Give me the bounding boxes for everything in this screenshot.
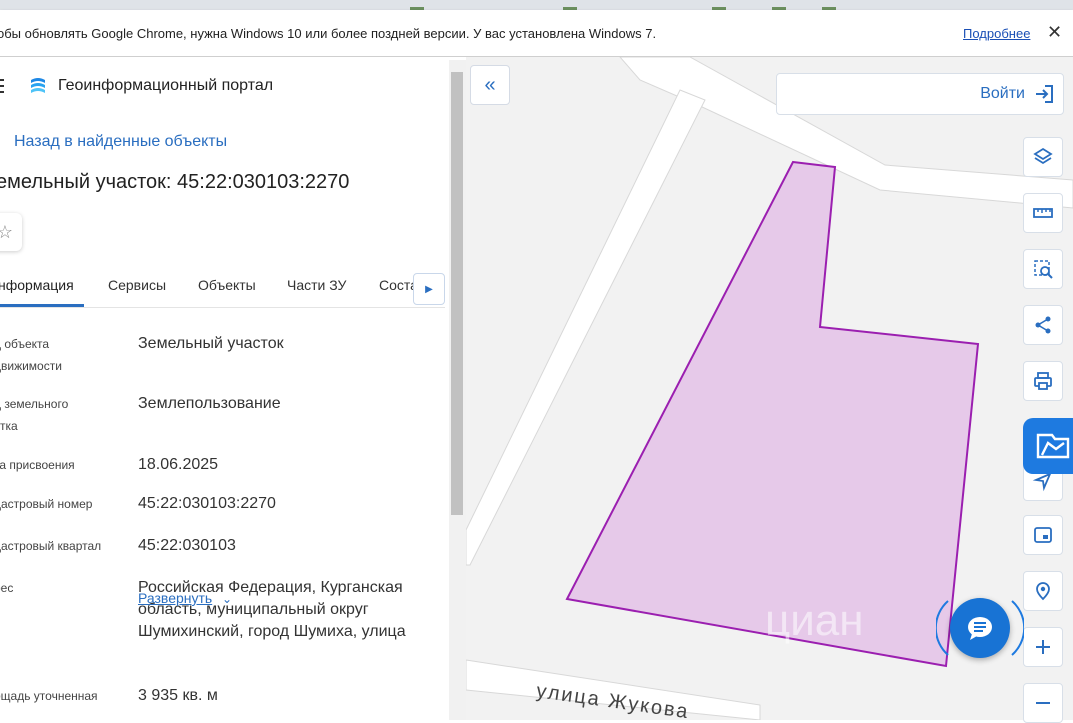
detail-label: та присвоения	[0, 458, 75, 472]
detail-value: 18.06.2025	[138, 456, 219, 473]
geo-search-button[interactable]	[1023, 571, 1063, 611]
minimap-icon	[1034, 527, 1052, 543]
layers-icon	[1033, 147, 1053, 165]
back-to-results-link[interactable]: Назад в найденные объекты	[14, 133, 227, 151]
detail-label: ощадь уточненная	[0, 689, 98, 703]
chrome-update-infobar: обы обновлять Google Chrome, нужна Windo…	[0, 10, 1073, 57]
share-icon	[1035, 316, 1051, 334]
tab-services[interactable]: Сервисы	[108, 277, 166, 293]
geo-search-icon	[1036, 582, 1050, 601]
tab-composition[interactable]: Соста	[379, 277, 415, 293]
infobar-more-link[interactable]: Подробнее	[963, 26, 1030, 41]
favorite-star-icon[interactable]: ☆	[0, 213, 22, 251]
watermark: циан	[765, 596, 864, 645]
print-icon	[1034, 372, 1052, 390]
object-tabs: нформация Сервисы Объекты Части ЗУ Соста	[0, 263, 445, 308]
cadastral-map-button[interactable]	[1023, 418, 1073, 474]
tab-information[interactable]: нформация	[0, 277, 74, 293]
collapse-panel-button[interactable]: «	[470, 65, 510, 105]
detail-label: рес	[0, 581, 14, 595]
tab-objects[interactable]: Объекты	[198, 277, 256, 293]
layers-button[interactable]	[1023, 137, 1063, 177]
zoom-in-button[interactable]	[1023, 627, 1063, 667]
zoom-out-button[interactable]	[1023, 683, 1063, 723]
panel-scrollbar[interactable]	[449, 60, 466, 720]
zoom-in-icon	[1036, 640, 1050, 654]
menu-icon[interactable]	[0, 79, 4, 97]
login-label: Войти	[980, 85, 1025, 102]
tabs-scroll-right-button[interactable]: ▶	[413, 273, 445, 305]
chat-ring	[936, 600, 1024, 656]
map-folder-icon	[1036, 433, 1070, 459]
browser-tab-strip	[0, 0, 1073, 10]
tab-parts[interactable]: Части ЗУ	[287, 277, 346, 293]
zoom-out-icon	[1036, 702, 1050, 704]
infobar-message: обы обновлять Google Chrome, нужна Windo…	[0, 26, 657, 41]
detail-value: 45:22:030103:2270	[138, 495, 276, 512]
portal-title: Геоинформационный портал	[58, 77, 274, 94]
select-area-button[interactable]	[1023, 249, 1063, 289]
infobar-close-button[interactable]: ✕	[1047, 22, 1062, 43]
detail-value: 3 935 кв. м	[138, 687, 218, 704]
measure-button[interactable]	[1023, 193, 1063, 233]
detail-label: дастровый номер	[0, 497, 93, 511]
minimap-button[interactable]	[1023, 515, 1063, 555]
expand-address-link[interactable]: Развернуть	[138, 590, 212, 606]
chevron-down-icon[interactable]: ⌄	[222, 592, 232, 606]
scrollbar-thumb[interactable]	[451, 72, 463, 515]
active-tab-underline	[0, 304, 84, 307]
detail-value: Землепользование	[138, 395, 281, 412]
object-info-panel: Геоинформационный портал Назад в найденн…	[0, 57, 466, 720]
login-button[interactable]: Войти	[776, 73, 1064, 115]
print-button[interactable]	[1023, 361, 1063, 401]
detail-value: 45:22:030103	[138, 537, 236, 554]
share-button[interactable]	[1023, 305, 1063, 345]
login-icon	[1036, 85, 1053, 103]
detail-value: Земельный участок	[138, 335, 284, 352]
address-value: Российская Федерация, Курганская область…	[138, 579, 406, 640]
page-title: емельный участок: 45:22:030103:2270	[0, 171, 350, 193]
ruler-icon	[1033, 208, 1053, 218]
select-area-icon	[1034, 260, 1053, 279]
detail-label: д земельного стка	[0, 397, 69, 433]
detail-label: д объекта движимости	[0, 337, 62, 373]
detail-label: дастровый квартал	[0, 539, 102, 553]
portal-logo-icon	[28, 76, 48, 101]
